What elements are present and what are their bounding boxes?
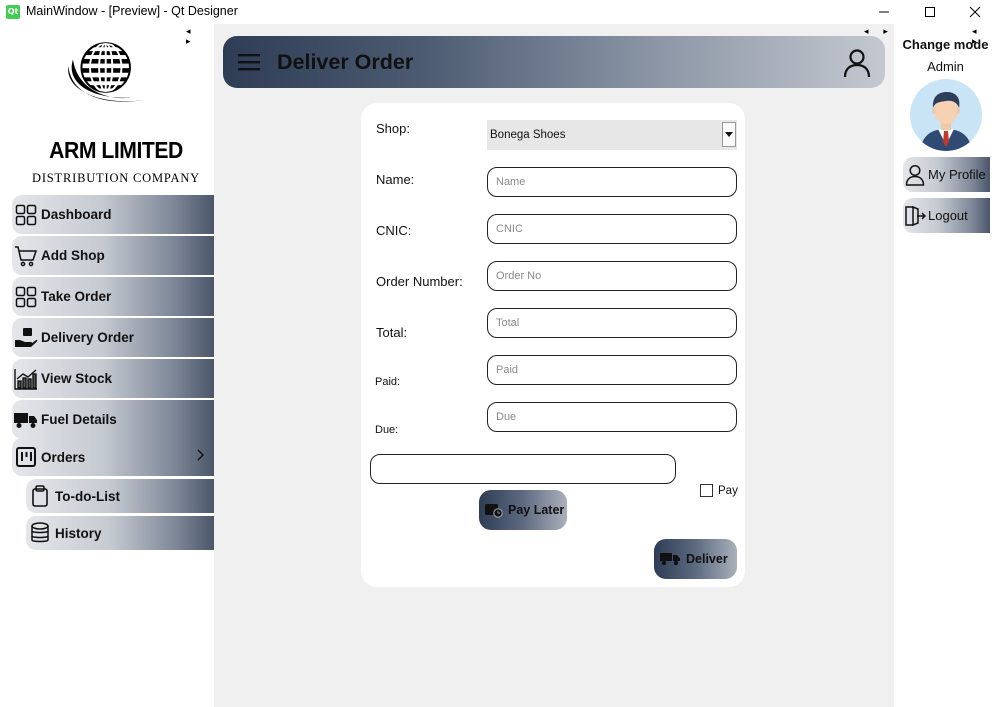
brand-tagline: DISTRIBUTION COMPANY xyxy=(32,171,200,185)
sidebar-item-fuel-details[interactable]: Fuel Details xyxy=(12,400,214,439)
logout-button[interactable]: Logout xyxy=(903,198,990,233)
deliver-button[interactable]: Deliver xyxy=(654,539,737,579)
page-title: Deliver Order xyxy=(277,49,414,74)
pay-later-label: Pay Later xyxy=(508,503,565,517)
minimize-icon xyxy=(879,11,889,13)
pay-later-button[interactable]: Pay Later xyxy=(479,490,567,530)
deliver-order-form: Shop: Bonega Shoes Name: CNIC: Order Num… xyxy=(361,103,745,587)
sidebar-item-label: Delivery Order xyxy=(41,330,135,345)
change-mode-label[interactable]: Change mode xyxy=(894,37,997,52)
user-icon xyxy=(843,49,871,78)
shop-select[interactable]: Bonega Shoes xyxy=(487,120,737,150)
profile-user-icon xyxy=(904,164,926,186)
sidebar-item-label: Take Order xyxy=(41,289,112,304)
sidebar-item-history[interactable]: History xyxy=(26,516,214,550)
cart-icon xyxy=(14,244,38,268)
sidebar: ◂ ▸ ARM LIMITED DISTRIBUTION COMPANY Das… xyxy=(0,24,214,707)
close-button[interactable] xyxy=(952,0,997,24)
globe-logo-icon xyxy=(68,42,144,102)
page-header: Deliver Order xyxy=(223,36,885,88)
cnic-label: CNIC: xyxy=(376,223,412,238)
notes-field[interactable] xyxy=(370,454,676,484)
total-label: Total: xyxy=(376,325,408,340)
sidebar-item-label: Add Shop xyxy=(41,248,105,263)
sidebar-item-label: View Stock xyxy=(41,371,113,386)
chevron-right-icon xyxy=(197,449,204,461)
main-splitter-handle[interactable]: ◂ ▸ xyxy=(864,27,894,37)
logout-icon xyxy=(904,205,926,227)
due-field[interactable] xyxy=(487,402,737,432)
sidebar-item-orders[interactable]: Orders xyxy=(12,438,214,476)
user-role: Admin xyxy=(927,59,964,74)
total-field[interactable] xyxy=(487,308,737,338)
shop-label: Shop: xyxy=(376,121,410,136)
dashboard-grid-icon xyxy=(14,203,38,227)
deliver-label: Deliver xyxy=(686,552,728,566)
shop-select-value: Bonega Shoes xyxy=(490,129,566,141)
brand-name: ARM LIMITED xyxy=(49,137,183,163)
order-number-label: Order Number: xyxy=(376,274,463,289)
dropdown-arrow-icon xyxy=(722,122,736,147)
sidebar-item-label: History xyxy=(55,525,102,541)
due-label: Due: xyxy=(375,424,399,436)
sidebar-item-to-do-list[interactable]: To-do-List xyxy=(26,479,214,513)
logout-label: Logout xyxy=(928,208,968,223)
hamburger-icon xyxy=(238,54,260,71)
database-icon xyxy=(28,521,52,545)
avatar xyxy=(910,79,982,151)
sidebar-item-add-shop[interactable]: Add Shop xyxy=(12,236,214,275)
name-label: Name: xyxy=(376,172,415,187)
maximize-button[interactable] xyxy=(907,0,953,24)
wallet-clock-icon xyxy=(485,502,503,518)
sidebar-item-dashboard[interactable]: Dashboard xyxy=(12,195,214,234)
sidebar-item-take-order[interactable]: Take Order xyxy=(12,277,214,316)
cnic-field[interactable] xyxy=(487,214,737,244)
paid-label: Paid: xyxy=(375,376,401,388)
pay-checkbox[interactable]: Pay xyxy=(700,484,738,497)
sidebar-item-delivery-order[interactable]: Delivery Order xyxy=(12,318,214,357)
sidebar-item-label: Dashboard xyxy=(41,207,112,222)
window-titlebar: Qt MainWindow - [Preview] - Qt Designer xyxy=(0,0,997,24)
sidebar-item-view-stock[interactable]: View Stock xyxy=(12,359,214,398)
grid-icon xyxy=(14,285,38,309)
close-icon xyxy=(969,6,981,18)
board-icon xyxy=(14,445,38,469)
hamburger-menu-button[interactable] xyxy=(237,50,261,74)
pay-checkbox-label: Pay xyxy=(718,484,738,497)
sidebar-item-label: Fuel Details xyxy=(41,412,117,427)
businessman-avatar-icon xyxy=(920,92,972,151)
qt-app-icon: Qt xyxy=(6,5,20,19)
maximize-icon xyxy=(925,7,935,17)
profile-panel: ◂ ▸ Change mode Admin My Profile Logout xyxy=(894,24,997,241)
paid-field[interactable] xyxy=(487,355,737,385)
hand-box-icon xyxy=(14,326,38,350)
checkbox-box[interactable] xyxy=(700,484,713,497)
delivery-truck-icon xyxy=(660,552,680,566)
sidebar-splitter-handle[interactable]: ◂ ▸ xyxy=(186,27,214,47)
minimize-button[interactable] xyxy=(861,0,907,24)
clipboard-icon xyxy=(28,484,52,508)
order-number-field[interactable] xyxy=(487,261,737,291)
sidebar-item-label: To-do-List xyxy=(55,488,120,504)
main-content: Deliver Order ◂ ▸ Shop: Bonega Shoes Nam… xyxy=(214,24,894,707)
my-profile-button[interactable]: My Profile xyxy=(903,157,990,192)
stock-chart-icon xyxy=(14,367,38,391)
window-title: MainWindow - [Preview] - Qt Designer xyxy=(26,4,238,18)
name-field[interactable] xyxy=(487,167,737,197)
sidebar-item-label: Orders xyxy=(41,449,86,465)
user-account-button[interactable] xyxy=(841,47,873,79)
my-profile-label: My Profile xyxy=(928,167,986,182)
truck-icon xyxy=(14,408,38,432)
